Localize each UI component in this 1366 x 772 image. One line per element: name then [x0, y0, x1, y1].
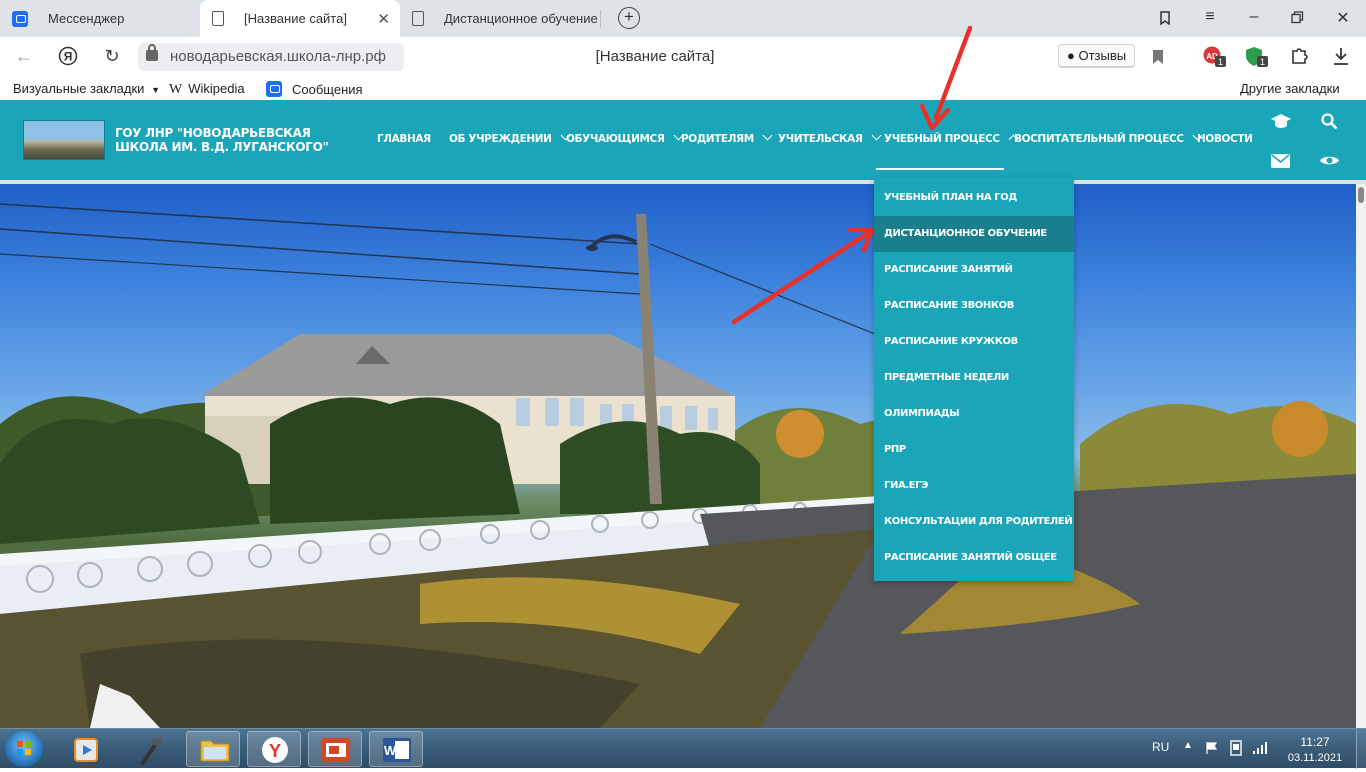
microphone-icon[interactable] [135, 735, 165, 765]
dropdown-item-general-schedule[interactable]: РАСПИСАНИЕ ЗАНЯТИЙ ОБЩЕЕ [874, 540, 1074, 576]
dropdown-item-gia-ege[interactable]: ГИА.ЕГЭ [874, 468, 1074, 504]
dropdown-item-parent-consultations[interactable]: КОНСУЛЬТАЦИИ ДЛЯ РОДИТЕЛЕЙ [874, 504, 1074, 540]
dropdown-item-subject-weeks[interactable]: ПРЕДМЕТНЫЕ НЕДЕЛИ [874, 360, 1074, 396]
taskbar-yandex-browser[interactable]: Y [247, 731, 301, 767]
educational-process-dropdown: УЧЕБНЫЙ ПЛАН НА ГОД ДИСТАНЦИОННОЕ ОБУЧЕН… [874, 178, 1074, 581]
annotation-arrows-overlay [731, 25, 973, 325]
dropdown-item-rpr[interactable]: РПР [874, 432, 1074, 468]
clock-date[interactable]: 03.11.2021 [1282, 752, 1348, 764]
network-icon[interactable] [1252, 741, 1268, 755]
tray-expand-icon[interactable]: ▲ [1183, 740, 1193, 751]
dropdown-item-class-schedule[interactable]: РАСПИСАНИЕ ЗАНЯТИЙ [874, 252, 1074, 288]
dropdown-item-bell-schedule[interactable]: РАСПИСАНИЕ ЗВОНКОВ [874, 288, 1074, 324]
language-indicator[interactable]: RU [1152, 740, 1169, 754]
start-button[interactable] [5, 731, 43, 767]
dropdown-item-study-plan[interactable]: УЧЕБНЫЙ ПЛАН НА ГОД [874, 180, 1074, 216]
windows-logo-icon [17, 741, 31, 755]
scrollbar-thumb[interactable] [1358, 187, 1364, 203]
dropdown-item-olympiads[interactable]: ОЛИМПИАДЫ [874, 396, 1074, 432]
folder-icon [200, 740, 230, 762]
taskbar-explorer[interactable] [186, 731, 240, 767]
presentation-icon [322, 738, 350, 762]
media-player-icon[interactable] [73, 737, 101, 763]
clock-time[interactable]: 11:27 [1287, 735, 1343, 749]
page-scrollbar[interactable] [1356, 184, 1366, 728]
dropdown-item-clubs-schedule[interactable]: РАСПИСАНИЕ КРУЖКОВ [874, 324, 1074, 360]
action-center-flag-icon[interactable] [1205, 741, 1219, 755]
windows-taskbar: Y W RU ▲ 11:27 03.11.2021 [0, 728, 1366, 769]
yandex-browser-icon: Y [262, 737, 288, 763]
taskbar-word[interactable]: W [369, 731, 423, 767]
taskbar-powerpoint[interactable] [308, 731, 362, 767]
svg-text:Y: Y [269, 741, 281, 761]
show-desktop-button[interactable] [1356, 729, 1366, 769]
dropdown-item-distance-learning[interactable]: ДИСТАНЦИОННОЕ ОБУЧЕНИЕ [874, 216, 1074, 252]
word-icon: W [383, 738, 411, 762]
device-icon[interactable] [1228, 739, 1244, 757]
svg-text:W: W [384, 743, 397, 758]
